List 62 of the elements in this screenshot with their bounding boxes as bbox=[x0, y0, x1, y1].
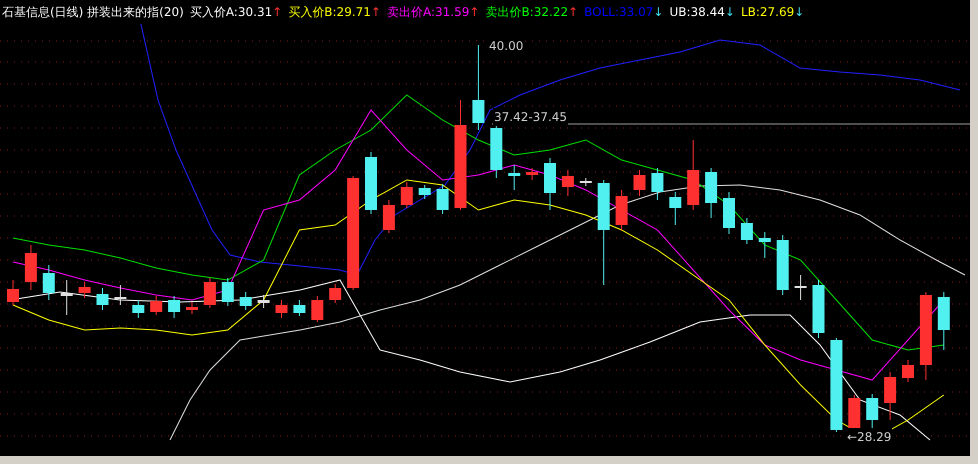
candlestick bbox=[705, 168, 718, 218]
trend-arrow: ↑ bbox=[568, 4, 578, 21]
trend-arrow: ↓ bbox=[794, 4, 804, 21]
candlestick bbox=[938, 292, 950, 350]
candlestick bbox=[311, 296, 324, 322]
candlestick bbox=[276, 300, 288, 318]
candlestick bbox=[382, 200, 395, 234]
legend-value: LB:27.69 bbox=[740, 4, 794, 21]
legend-value: BOLL:33.07 bbox=[584, 4, 654, 21]
candlestick bbox=[544, 158, 556, 210]
trend-arrow: ↑ bbox=[272, 4, 282, 21]
trend-arrow: ↓ bbox=[724, 4, 735, 21]
candlestick bbox=[884, 372, 896, 420]
candlestick bbox=[7, 280, 19, 306]
legend-value: UB:38.44 bbox=[669, 4, 725, 21]
candlestick bbox=[616, 190, 628, 230]
candlestick bbox=[258, 294, 270, 308]
candlestick bbox=[562, 170, 574, 196]
legend-value: 买入价B:29.71 bbox=[288, 4, 371, 21]
trend-arrow: ↓ bbox=[653, 4, 664, 21]
candlestick bbox=[240, 292, 252, 310]
trend-arrow: ↑ bbox=[370, 4, 381, 21]
candlestick bbox=[723, 192, 735, 234]
candlestick bbox=[776, 234, 789, 296]
candlestick bbox=[418, 184, 431, 200]
legend-value: 卖出价B:32.22 bbox=[485, 4, 568, 21]
candlestick bbox=[365, 152, 377, 214]
candlestick bbox=[687, 140, 700, 210]
candlestick bbox=[168, 296, 180, 318]
candlestick bbox=[42, 264, 55, 300]
candlestick bbox=[902, 360, 914, 382]
candlestick bbox=[634, 170, 646, 196]
candlestick bbox=[96, 288, 108, 310]
candlestick bbox=[758, 232, 771, 258]
candlestick bbox=[186, 302, 198, 314]
candlestick bbox=[329, 284, 342, 304]
legend-value: 买入价A:30.31 bbox=[190, 4, 272, 21]
candlestick bbox=[78, 282, 91, 298]
candlestick bbox=[508, 164, 520, 190]
legend-value: 卖出价A:31.59 bbox=[386, 4, 470, 21]
candlestick bbox=[794, 274, 807, 300]
candlestick bbox=[740, 218, 753, 244]
candlestick bbox=[150, 296, 162, 316]
candlestick bbox=[580, 178, 592, 186]
candlestick bbox=[222, 278, 234, 306]
candlestick bbox=[114, 284, 126, 306]
chart-title: 石基信息(日线) 拼装出来的指(20) bbox=[2, 4, 184, 21]
candlestick bbox=[132, 300, 144, 318]
candlestick bbox=[60, 280, 73, 316]
candlestick bbox=[400, 182, 413, 208]
candlestick bbox=[526, 168, 538, 180]
candlestick bbox=[490, 124, 502, 178]
candlestick bbox=[293, 300, 306, 316]
price-label: 37.42-37.45 bbox=[493, 108, 568, 126]
candlestick bbox=[24, 244, 37, 290]
trend-arrow: ↑ bbox=[469, 4, 480, 21]
candlestick bbox=[669, 192, 682, 226]
candlestick bbox=[436, 184, 449, 214]
candlestick bbox=[812, 280, 824, 338]
candlestick bbox=[204, 278, 216, 308]
candlestick bbox=[866, 394, 878, 430]
candlestick bbox=[651, 168, 664, 200]
